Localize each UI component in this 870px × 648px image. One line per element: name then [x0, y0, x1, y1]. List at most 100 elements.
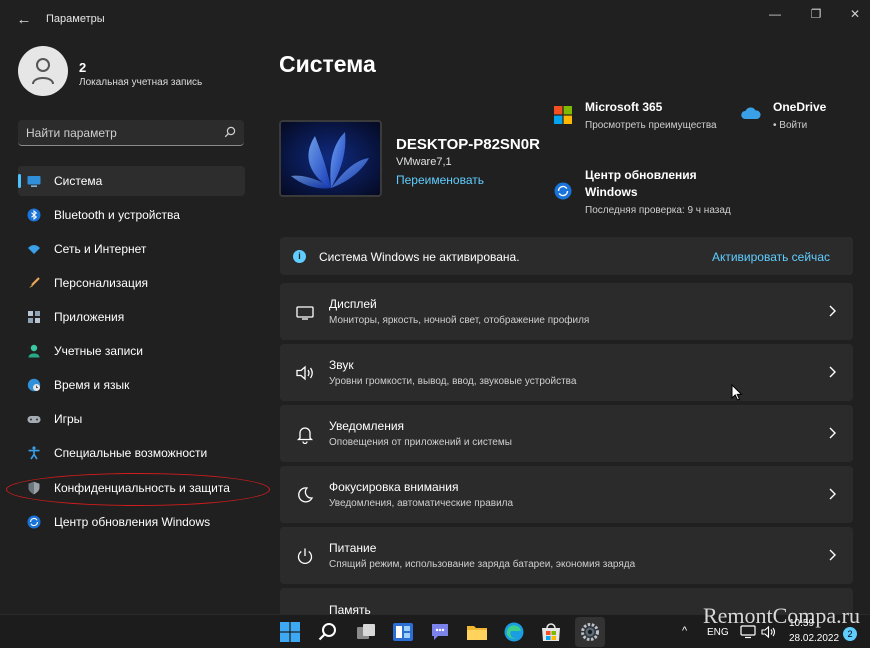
moon-icon [298, 487, 314, 503]
settings-gear-icon[interactable] [579, 621, 601, 643]
update-icon[interactable] [554, 182, 572, 200]
settings-card-notifications[interactable]: Уведомления Оповещения от приложений и с… [280, 405, 853, 462]
sidebar-item-label: Центр обновления Windows [54, 515, 211, 529]
card-title: Уведомления [329, 419, 405, 433]
globe-clock-icon [27, 378, 41, 392]
clock-date[interactable]: 28.02.2022 [789, 633, 839, 644]
card-subtitle: Спящий режим, использование заряда батар… [329, 559, 636, 570]
page-title: Система [279, 51, 376, 77]
minimize-button[interactable]: — [760, 4, 790, 24]
sidebar-item-accessibility[interactable]: Специальные возможности [18, 438, 245, 468]
wifi-icon [28, 245, 40, 254]
sidebar-item-accounts[interactable]: Учетные записи [18, 336, 245, 366]
widgets-icon[interactable] [392, 621, 414, 643]
file-explorer-icon[interactable] [466, 621, 488, 643]
back-arrow-icon[interactable]: ← [14, 10, 34, 30]
sidebar-item-bluetooth[interactable]: Bluetooth и устройства [18, 200, 245, 230]
sidebar-item-system[interactable]: Система [18, 166, 245, 196]
ms365-title[interactable]: Microsoft 365 [585, 99, 662, 116]
task-view-icon[interactable] [355, 621, 377, 643]
settings-card-sound[interactable]: Звук Уровни громкости, вывод, ввод, звук… [280, 344, 853, 401]
rename-link[interactable]: Переименовать [396, 173, 484, 187]
microsoft-store-icon[interactable] [540, 621, 562, 643]
notification-count-badge[interactable]: 2 [843, 627, 857, 641]
app-title: Параметры [46, 13, 105, 25]
highlight-annotation-oval [6, 473, 270, 506]
title-bar: ← Параметры — ❐ ✕ [0, 0, 870, 40]
update-icon [27, 515, 41, 529]
sidebar-item-label: Сеть и Интернет [54, 242, 147, 256]
sidebar-item-label: Система [54, 174, 103, 188]
update-title-line2[interactable]: Windows [585, 184, 638, 201]
sidebar-item-label: Время и язык [54, 378, 130, 392]
card-subtitle: Уведомления, автоматические правила [329, 498, 514, 509]
card-title: Дисплей [329, 297, 377, 311]
search-input[interactable] [26, 120, 216, 145]
close-button[interactable]: ✕ [840, 4, 870, 24]
card-title: Питание [329, 541, 377, 555]
search-icon[interactable] [224, 126, 236, 138]
speaker-icon [296, 365, 313, 381]
sidebar-item-personalization[interactable]: Персонализация [18, 268, 245, 298]
onedrive-title[interactable]: OneDrive [773, 99, 826, 116]
card-subtitle: Оповещения от приложений и системы [329, 437, 512, 448]
chevron-right-icon [829, 549, 836, 561]
update-title-line1[interactable]: Центр обновления [585, 167, 697, 184]
card-title: Звук [329, 358, 354, 372]
selection-indicator [18, 174, 21, 188]
accessibility-icon [28, 446, 40, 460]
microsoft-365-icon[interactable] [554, 106, 572, 124]
onedrive-subtitle: • Войти [773, 120, 808, 131]
sidebar-item-label: Игры [54, 412, 83, 426]
chevron-right-icon [829, 366, 836, 378]
search-icon[interactable] [317, 621, 339, 643]
activate-now-link[interactable]: Активировать сейчас [712, 250, 830, 264]
sidebar-item-time-language[interactable]: Время и язык [18, 370, 245, 400]
activation-text: Система Windows не активирована. [319, 250, 520, 264]
settings-card-focus-assist[interactable]: Фокусировка внимания Уведомления, автома… [280, 466, 853, 523]
card-subtitle: Уровни громкости, вывод, ввод, звуковые … [329, 376, 577, 387]
sidebar-item-network[interactable]: Сеть и Интернет [18, 234, 245, 264]
edge-browser-icon[interactable] [503, 621, 525, 643]
sidebar-item-apps[interactable]: Приложения [18, 302, 245, 332]
teams-chat-icon[interactable] [429, 621, 451, 643]
settings-card-power[interactable]: Питание Спящий режим, использование заря… [280, 527, 853, 584]
person-icon [28, 344, 40, 358]
update-subtitle: Последняя проверка: 9 ч назад [585, 205, 731, 216]
bluetooth-icon [27, 208, 41, 222]
sidebar-item-label: Учетные записи [54, 344, 143, 358]
chevron-right-icon [829, 305, 836, 317]
device-model: VMware7,1 [396, 156, 452, 168]
brush-icon [29, 277, 40, 288]
start-windows-icon[interactable] [279, 621, 301, 643]
sidebar-item-gaming[interactable]: Игры [18, 404, 245, 434]
search-box[interactable] [18, 120, 244, 146]
desktop-wallpaper-thumbnail [279, 120, 382, 197]
tray-overflow-chevron-icon[interactable]: ^ [682, 625, 687, 637]
display-icon [296, 306, 314, 320]
ms365-subtitle: Просмотреть преимущества [585, 120, 717, 131]
account-type: Локальная учетная запись [79, 77, 203, 88]
watermark: RemontCompa.ru [702, 603, 860, 628]
sidebar-item-label: Персонализация [54, 276, 149, 290]
user-name: 2 [79, 60, 87, 75]
person-icon [32, 58, 54, 85]
sidebar-item-windows-update[interactable]: Центр обновления Windows [18, 507, 245, 537]
bell-icon [296, 427, 314, 444]
card-subtitle: Мониторы, яркость, ночной свет, отображе… [329, 315, 590, 326]
apps-icon [28, 311, 40, 323]
chevron-right-icon [829, 488, 836, 500]
gamepad-icon [27, 416, 41, 423]
info-icon: i [293, 250, 306, 263]
activation-banner: i Система Windows не активирована. Актив… [280, 237, 853, 275]
maximize-button[interactable]: ❐ [801, 4, 831, 24]
onedrive-cloud-icon[interactable] [741, 106, 761, 120]
avatar[interactable] [18, 46, 68, 96]
chevron-right-icon [829, 427, 836, 439]
device-name: DESKTOP-P82SN0R [396, 136, 540, 153]
monitor-icon [27, 176, 41, 187]
sidebar-item-label: Bluetooth и устройства [54, 208, 180, 222]
windows-bloom-wallpaper [281, 122, 380, 195]
settings-card-display[interactable]: Дисплей Мониторы, яркость, ночной свет, … [280, 283, 853, 340]
power-icon [297, 548, 313, 564]
